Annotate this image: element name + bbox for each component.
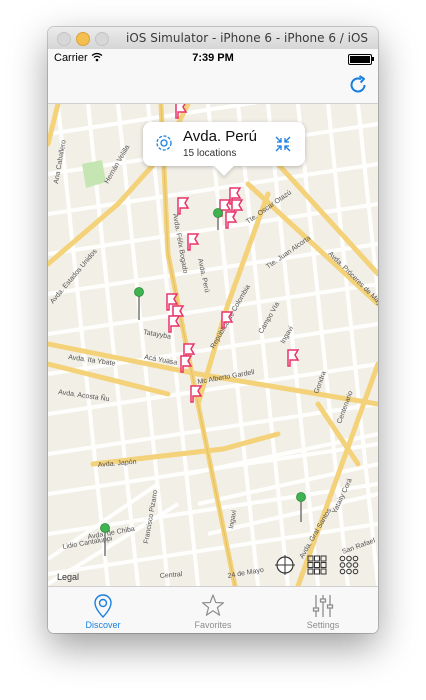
- legal-link[interactable]: Legal: [57, 572, 79, 582]
- tab-discover-label: Discover: [85, 620, 121, 630]
- status-bar: Carrier 7:39 PM: [48, 49, 378, 67]
- tab-bar: Discover Favorites Settings: [48, 586, 378, 633]
- grid-3x3-icon[interactable]: [306, 554, 328, 576]
- svg-text:Central: Central: [160, 571, 184, 580]
- gear-icon[interactable]: [153, 132, 175, 154]
- grid-dots-icon[interactable]: [338, 554, 360, 576]
- flag-marker: [177, 197, 190, 215]
- tab-discover[interactable]: Discover: [48, 587, 158, 633]
- tab-favorites-label: Favorites: [194, 620, 232, 630]
- window-title: iOS Simulator - iPhone 6 - iPhone 6 / iO…: [126, 31, 372, 45]
- svg-text:Tte. Juan Alcorta: Tte. Juan Alcorta: [265, 235, 312, 271]
- flag-marker: [187, 233, 200, 251]
- window-titlebar: iOS Simulator - iPhone 6 - iPhone 6 / iO…: [48, 27, 378, 50]
- sliders-icon: [312, 595, 334, 617]
- zoom-window-button[interactable]: [95, 32, 109, 46]
- star-icon: [201, 594, 225, 616]
- svg-text:Avda. Acosta Ñu: Avda. Acosta Ñu: [58, 387, 110, 403]
- green-pin: [134, 287, 144, 320]
- refresh-icon[interactable]: [346, 73, 370, 97]
- map-view[interactable]: Avda. Félix Bogado Avda. Perú Avda. Esta…: [48, 104, 378, 586]
- status-time: 7:39 PM: [192, 52, 234, 64]
- callout-subtitle: 15 locations: [183, 148, 237, 159]
- simulator-window: iOS Simulator - iPhone 6 - iPhone 6 / iO…: [48, 27, 378, 633]
- svg-text:Avda. Perú: Avda. Perú: [196, 258, 210, 293]
- map-callout[interactable]: Avda. Perú 15 locations: [143, 122, 305, 166]
- svg-text:Avda. Félix Bogado: Avda. Félix Bogado: [171, 213, 188, 274]
- flag-marker: [168, 315, 181, 333]
- map-pin-icon: [94, 594, 112, 618]
- green-pin: [296, 492, 306, 522]
- svg-text:Tatayyba: Tatayyba: [143, 329, 172, 341]
- svg-text:Avda. Japón: Avda. Japón: [98, 459, 137, 469]
- tab-settings[interactable]: Settings: [268, 587, 378, 633]
- minimize-window-button[interactable]: [76, 32, 90, 46]
- collapse-icon[interactable]: [273, 134, 293, 154]
- close-window-button[interactable]: [57, 32, 71, 46]
- svg-text:Avda. Próceres de Mayo: Avda. Próceres de Mayo: [327, 250, 378, 309]
- tab-favorites[interactable]: Favorites: [158, 587, 268, 633]
- battery-icon: [348, 54, 374, 65]
- locate-icon[interactable]: [274, 554, 296, 576]
- tab-settings-label: Settings: [306, 620, 340, 630]
- map-canvas: Avda. Félix Bogado Avda. Perú Avda. Esta…: [48, 104, 378, 586]
- callout-title: Avda. Perú: [183, 128, 257, 145]
- navigation-bar: [48, 67, 378, 104]
